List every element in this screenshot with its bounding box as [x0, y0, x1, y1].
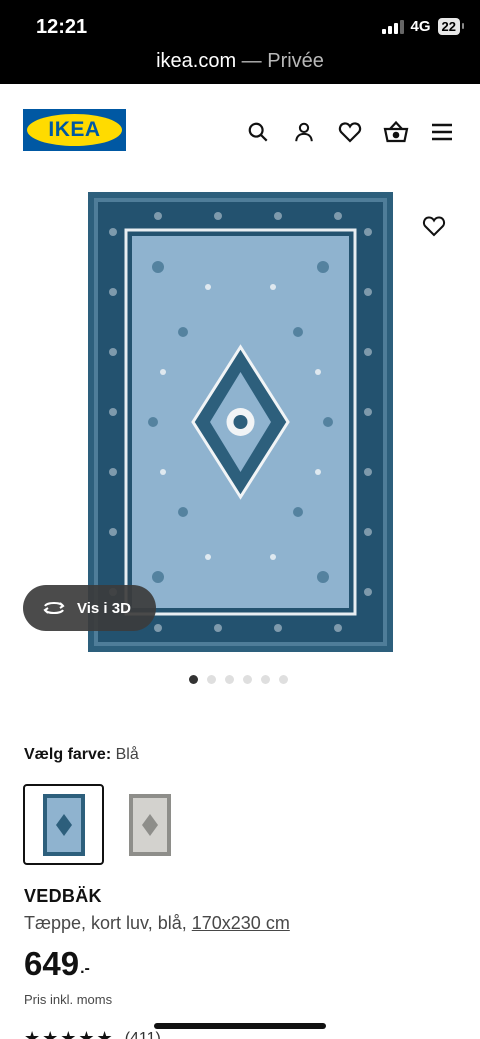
- heart-icon[interactable]: [336, 118, 364, 146]
- status-indicators: 4G 22: [381, 18, 465, 35]
- rating-stars: ★★★★★: [24, 1028, 115, 1039]
- review-count: (411): [124, 1029, 161, 1039]
- product-type: Tæppe, kort luv, blå,: [24, 913, 192, 933]
- color-selected-value: Blå: [115, 746, 139, 763]
- private-label: — Privée: [236, 50, 324, 72]
- carousel-dot[interactable]: [189, 675, 198, 684]
- user-icon[interactable]: [290, 118, 318, 146]
- carousel-dots: [189, 675, 288, 684]
- product-price: 649.-: [24, 945, 90, 983]
- product-name: VEDBÄK: [24, 886, 102, 906]
- url-domain: ikea.com: [156, 50, 237, 72]
- price-value: 649: [24, 945, 80, 982]
- status-time: 12:21: [36, 16, 88, 38]
- view-3d-button[interactable]: Vis i 3D: [23, 585, 156, 631]
- address-bar[interactable]: ikea.com — Privée: [0, 50, 480, 73]
- rotate-3d-icon: [43, 602, 65, 614]
- carousel-dot[interactable]: [243, 675, 252, 684]
- product-description: Tæppe, kort luv, blå, 170x230 cm: [24, 913, 290, 934]
- product-rating[interactable]: ★★★★★ (411): [24, 1028, 161, 1039]
- home-indicator: [154, 1023, 326, 1029]
- color-label: Vælg farve: Blå: [24, 746, 139, 764]
- ikea-logo[interactable]: IKEA: [23, 109, 126, 151]
- logo-text: IKEA: [48, 118, 101, 141]
- carousel-dot[interactable]: [279, 675, 288, 684]
- carousel-dot[interactable]: [207, 675, 216, 684]
- color-swatch-blue[interactable]: [23, 784, 104, 865]
- product-image[interactable]: [88, 192, 393, 652]
- menu-icon[interactable]: [428, 118, 456, 146]
- search-icon[interactable]: [244, 118, 272, 146]
- color-label-title: Vælg farve:: [24, 746, 112, 763]
- status-bar: 12:21 4G 22 ikea.com — Privée: [0, 0, 480, 84]
- product-gallery[interactable]: Vis i 3D: [0, 180, 480, 700]
- price-suffix: .-: [80, 960, 90, 977]
- color-swatch-grey[interactable]: [109, 784, 190, 865]
- signal-icon: [381, 19, 404, 34]
- favourite-heart-icon[interactable]: [422, 215, 446, 239]
- view-3d-label: Vis i 3D: [77, 599, 131, 617]
- basket-icon[interactable]: [382, 118, 410, 146]
- product-size-link[interactable]: 170x230 cm: [192, 913, 290, 933]
- carousel-dot[interactable]: [225, 675, 234, 684]
- network-label: 4G: [410, 18, 431, 35]
- battery-icon: 22: [437, 18, 465, 35]
- site-header: IKEA: [0, 84, 480, 180]
- carousel-dot[interactable]: [261, 675, 270, 684]
- price-note: Pris inkl. moms: [24, 992, 113, 1007]
